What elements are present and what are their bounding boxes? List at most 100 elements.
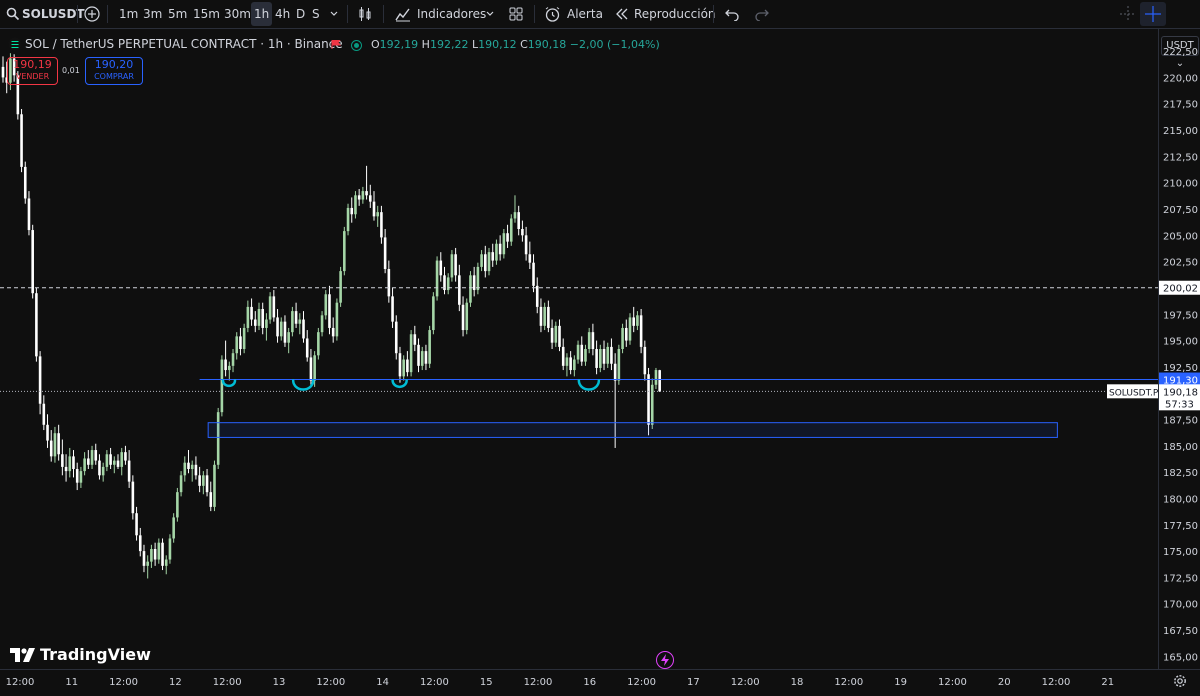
alert-button[interactable]: Alerta xyxy=(567,0,603,28)
market-status-icon[interactable] xyxy=(351,40,362,51)
candle-body xyxy=(606,346,610,364)
candle-body xyxy=(324,294,328,316)
divider xyxy=(347,5,348,23)
interval-3m[interactable]: 3m xyxy=(143,0,162,28)
interval-d[interactable]: D xyxy=(296,0,305,28)
indicators-icon[interactable] xyxy=(395,6,411,22)
candle-body xyxy=(135,513,138,536)
candle-body xyxy=(528,254,532,263)
search-icon[interactable] xyxy=(6,7,20,21)
chevron-down-icon[interactable] xyxy=(486,10,494,18)
replay-button[interactable]: Reproducción xyxy=(634,0,716,28)
price-tick-label: 202,50 xyxy=(1163,258,1198,269)
candle-body xyxy=(302,319,305,339)
chart-plot[interactable]: SOLUSDT.P xyxy=(0,29,1159,669)
candle-body xyxy=(591,332,595,349)
interval-4h[interactable]: 4h xyxy=(275,0,290,28)
candle-body xyxy=(343,231,346,272)
candle-body xyxy=(432,296,435,331)
candle-body xyxy=(179,475,183,493)
touch-marker xyxy=(291,379,315,391)
candle-body xyxy=(57,433,60,455)
buy-price: 190,20 xyxy=(94,58,134,71)
candle-body xyxy=(124,452,127,461)
time-tick-label: 12:00 xyxy=(1042,677,1071,688)
candle-body xyxy=(116,460,120,467)
candle-body xyxy=(187,462,190,469)
price-tick-label: 172,50 xyxy=(1163,573,1198,584)
price-tick-label: 165,00 xyxy=(1163,652,1198,663)
candle-body xyxy=(428,330,431,364)
interval-1m[interactable]: 1m xyxy=(119,0,138,28)
candles-icon[interactable] xyxy=(357,6,373,22)
chevron-down-icon[interactable] xyxy=(330,10,338,18)
time-axis[interactable]: 12:00 11 12:00 12 12:00 13 12:00 14 12:00 15 12:00… xyxy=(0,669,1200,692)
interval-s[interactable]: S xyxy=(312,0,320,28)
candle-body xyxy=(127,460,131,482)
candle-body xyxy=(142,551,146,566)
candle-body xyxy=(394,321,398,354)
indicators-button[interactable]: Indicadores xyxy=(417,0,486,28)
candle-body xyxy=(498,243,502,255)
candle-body xyxy=(376,212,380,217)
symbol-search[interactable]: SOLUSDT xyxy=(22,0,85,28)
price-tick-label: 210,00 xyxy=(1163,179,1198,190)
rewind-icon[interactable] xyxy=(615,8,629,20)
time-tick-label: 12:00 xyxy=(420,677,449,688)
interval-30m[interactable]: 30m xyxy=(224,0,251,28)
interval-1h[interactable]: 1h xyxy=(251,2,273,26)
add-symbol-icon[interactable] xyxy=(84,6,100,22)
settings-gear-icon[interactable] xyxy=(1173,674,1187,688)
candle-body xyxy=(161,542,164,566)
price-tick-label: 217,50 xyxy=(1163,100,1198,111)
time-tick-label: 13 xyxy=(273,677,286,688)
candle-body xyxy=(164,559,168,566)
candle-body xyxy=(20,114,23,167)
layout-grid-icon[interactable] xyxy=(508,6,524,22)
candle-body xyxy=(68,456,72,472)
candle-body xyxy=(495,243,498,261)
candle-body xyxy=(131,481,135,514)
lightning-icon[interactable] xyxy=(656,651,674,669)
alarm-clock-icon[interactable] xyxy=(544,6,561,23)
time-scale: 12:00 11 12:00 12 12:00 13 12:00 14 12:00 15 12:00… xyxy=(6,677,1115,688)
candle-body xyxy=(502,233,506,255)
divider xyxy=(534,5,535,23)
flag-icon[interactable] xyxy=(331,40,341,49)
buy-button[interactable]: 190,20 COMPRAR xyxy=(85,57,143,85)
candle-body xyxy=(647,374,650,425)
crosshair-icon[interactable] xyxy=(1119,5,1137,23)
candle-body xyxy=(257,309,261,326)
redo-icon[interactable] xyxy=(755,7,769,21)
chart-canvas[interactable]: SOLUSDT.P xyxy=(0,29,1159,669)
crosshair-button[interactable] xyxy=(1140,2,1166,26)
candle-body xyxy=(476,266,480,291)
candle-body xyxy=(216,412,220,465)
candle-body xyxy=(1,66,5,78)
time-tick-label: 12:00 xyxy=(938,677,967,688)
time-tick-label: 12:00 xyxy=(524,677,553,688)
candle-body xyxy=(372,201,376,217)
interval-5m[interactable]: 5m xyxy=(168,0,187,28)
price-axis[interactable]: USDT ⌄ 222,50 220,00 217,50 215,00 212,50 210… xyxy=(1158,29,1200,669)
candle-body xyxy=(309,357,313,381)
candle-body xyxy=(639,315,643,347)
candle-body xyxy=(253,319,257,326)
candle-body xyxy=(194,464,198,476)
candle-body xyxy=(120,452,124,467)
touch-marker xyxy=(221,379,237,388)
candle-body xyxy=(64,466,68,472)
candle-body xyxy=(168,538,172,560)
candle-body xyxy=(480,254,483,267)
interval-15m[interactable]: 15m xyxy=(193,0,220,28)
candle-body xyxy=(658,370,661,392)
candle-body xyxy=(491,252,495,261)
time-tick-label: 18 xyxy=(791,677,804,688)
candle-body xyxy=(465,302,469,331)
candle-body xyxy=(610,346,613,364)
sell-button[interactable]: 190,19 VENDER xyxy=(7,57,58,85)
buy-label: COMPRAR xyxy=(94,72,134,81)
candle-body xyxy=(172,517,175,539)
undo-icon[interactable] xyxy=(725,7,739,21)
candle-body xyxy=(569,357,572,371)
